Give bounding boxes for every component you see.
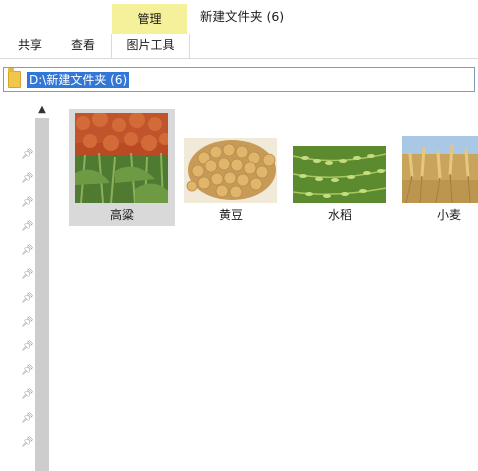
pin-icon[interactable]: 📌︎ [21,174,34,184]
pin-icon[interactable]: 📌︎ [21,150,34,160]
pin-icon[interactable]: 📌︎ [21,414,34,424]
nav-scrollbar[interactable]: ▲ [35,100,49,471]
pin-icon[interactable]: 📌︎ [21,270,34,280]
file-item-sorghum[interactable]: 高粱 [69,109,175,226]
pin-icon[interactable]: 📌︎ [21,318,34,328]
pin-icon[interactable]: 📌︎ [21,222,34,232]
pin-icon[interactable]: 📌︎ [21,390,34,400]
file-name: 水稻 [327,208,352,222]
window-title: 新建文件夹 (6) [200,9,285,24]
rice-thumbnail [293,146,386,203]
address-path[interactable]: D:\新建文件夹 (6) [27,72,130,88]
pin-icon[interactable]: 📌︎ [21,342,34,352]
ribbon-title-row: 管理 新建文件夹 (6) [0,0,478,34]
wheat-thumbnail [402,136,478,203]
ribbon-tabs: 共享 查看 图片工具 [0,34,478,59]
scroll-up-icon[interactable]: ▲ [35,100,49,118]
pin-icon[interactable]: 📌︎ [21,438,34,448]
navigation-pane: 📌︎ 📌︎ 📌︎ 📌︎ 📌︎ 📌︎ 📌︎ 📌︎ 📌︎ 📌︎ 📌︎ 📌︎ 📌︎ [0,100,35,471]
tab-view[interactable]: 查看 [71,34,95,58]
file-list: 高粱 黄豆 水稻 小麦 [50,100,478,471]
file-item-wheat[interactable]: 小麦 [396,109,478,226]
file-item-rice[interactable]: 水稻 [287,109,393,226]
tab-picture-tools[interactable]: 图片工具 [111,34,190,58]
folder-icon [8,68,21,88]
file-name: 黄豆 [218,208,243,222]
manage-contextual-tab[interactable]: 管理 [112,4,187,34]
tab-share[interactable]: 共享 [18,34,42,58]
sorghum-thumbnail [75,113,168,203]
pin-icon[interactable]: 📌︎ [21,294,34,304]
file-name: 高粱 [109,208,134,222]
pin-icon[interactable]: 📌︎ [21,366,34,376]
file-item-soybean[interactable]: 黄豆 [178,109,284,226]
pin-icon[interactable]: 📌︎ [21,198,34,208]
pin-icon[interactable]: 📌︎ [21,246,34,256]
address-bar[interactable]: D:\新建文件夹 (6) [3,67,475,92]
soybean-thumbnail [184,138,277,203]
file-name: 小麦 [436,208,461,222]
